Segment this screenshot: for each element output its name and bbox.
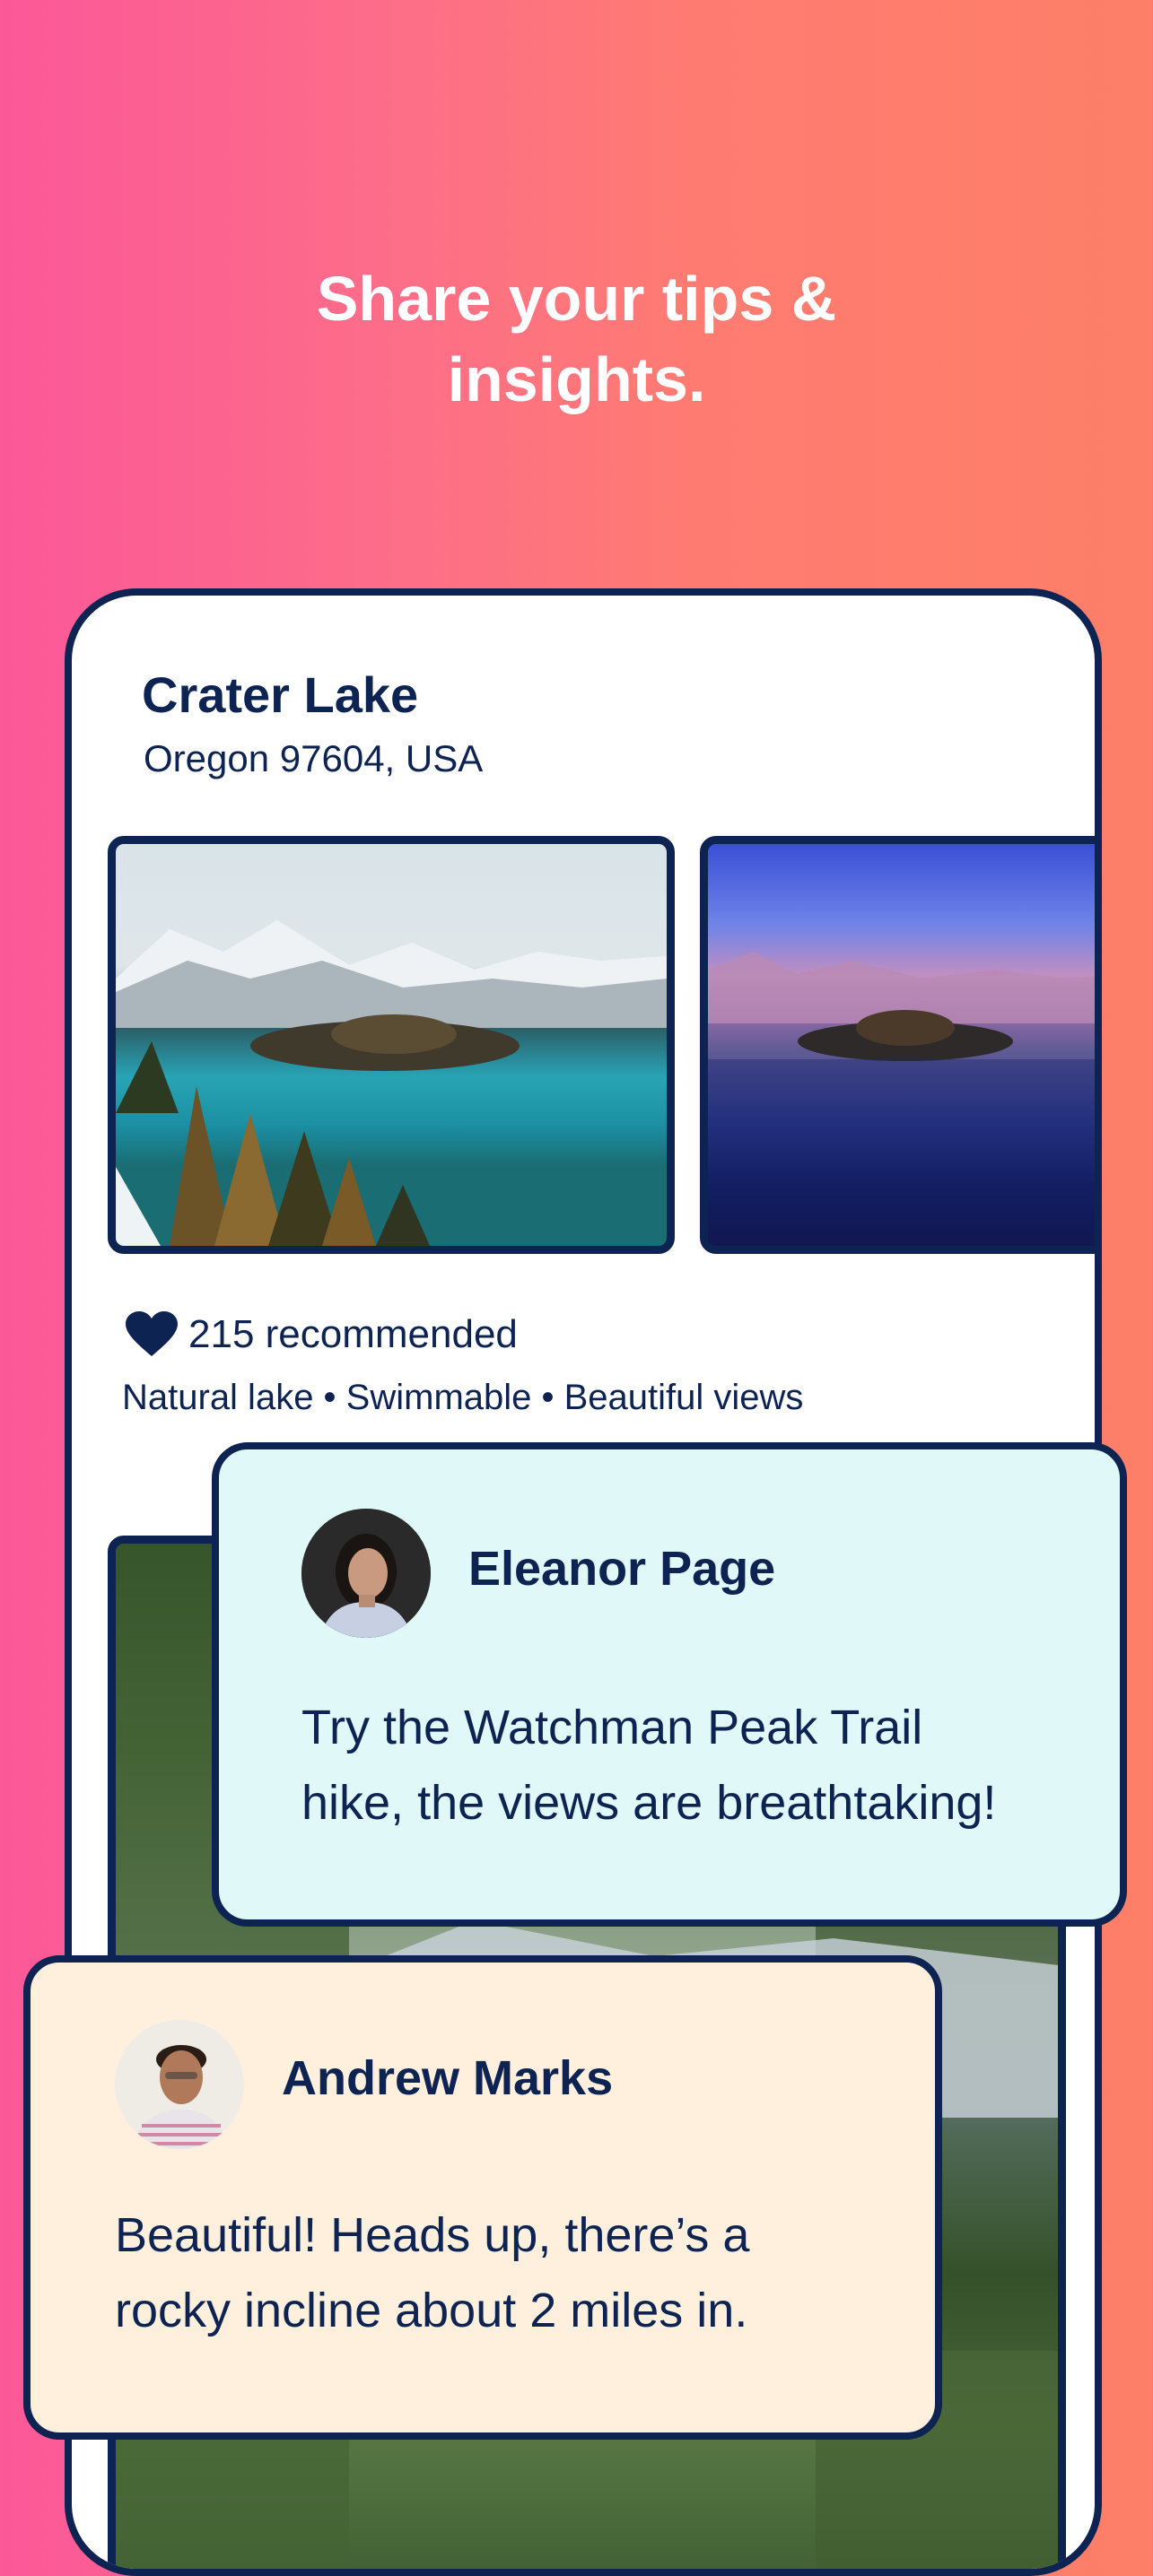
recommended-count: 215 recommended: [188, 1312, 518, 1356]
headline: Share your tips & insights.: [0, 258, 1153, 420]
comment-text-line-2: rocky incline about 2 miles in.: [115, 2284, 748, 2337]
lake-landscape-image: [116, 920, 667, 1246]
avatar[interactable]: [115, 2020, 244, 2149]
heart-icon[interactable]: [126, 1311, 178, 1358]
comment-author: Andrew Marks: [282, 2051, 614, 2105]
lake-sunset-image: [708, 952, 1095, 1246]
headline-line-2: insights.: [447, 344, 706, 414]
person-avatar-icon: [301, 1509, 431, 1638]
recommended-row: 215 recommended: [126, 1308, 518, 1362]
place-photo-2[interactable]: [700, 836, 1095, 1254]
comment-text-line-1: Try the Watchman Peak Trail: [301, 1701, 923, 1754]
comment-author: Eleanor Page: [468, 1542, 776, 1596]
comment-card-andrew[interactable]: Andrew Marks Beautiful! Heads up, there’…: [23, 1955, 942, 2440]
headline-line-1: Share your tips &: [316, 264, 837, 334]
comment-text-line-2: hike, the views are breathtaking!: [301, 1776, 997, 1830]
comment-card-eleanor[interactable]: Eleanor Page Try the Watchman Peak Trail…: [212, 1442, 1127, 1927]
person-avatar-icon: [115, 2020, 244, 2149]
comment-text-line-1: Beautiful! Heads up, there’s a: [115, 2208, 750, 2262]
place-photo-1[interactable]: [108, 836, 675, 1254]
place-tags: Natural lake • Swimmable • Beautiful vie…: [122, 1378, 804, 1417]
comment-text: Beautiful! Heads up, there’s a rocky inc…: [115, 2197, 922, 2348]
place-address: Oregon 97604, USA: [144, 737, 484, 779]
comment-text: Try the Watchman Peak Trail hike, the vi…: [301, 1690, 1109, 1841]
place-title: Crater Lake: [142, 666, 419, 723]
avatar[interactable]: [301, 1509, 431, 1638]
